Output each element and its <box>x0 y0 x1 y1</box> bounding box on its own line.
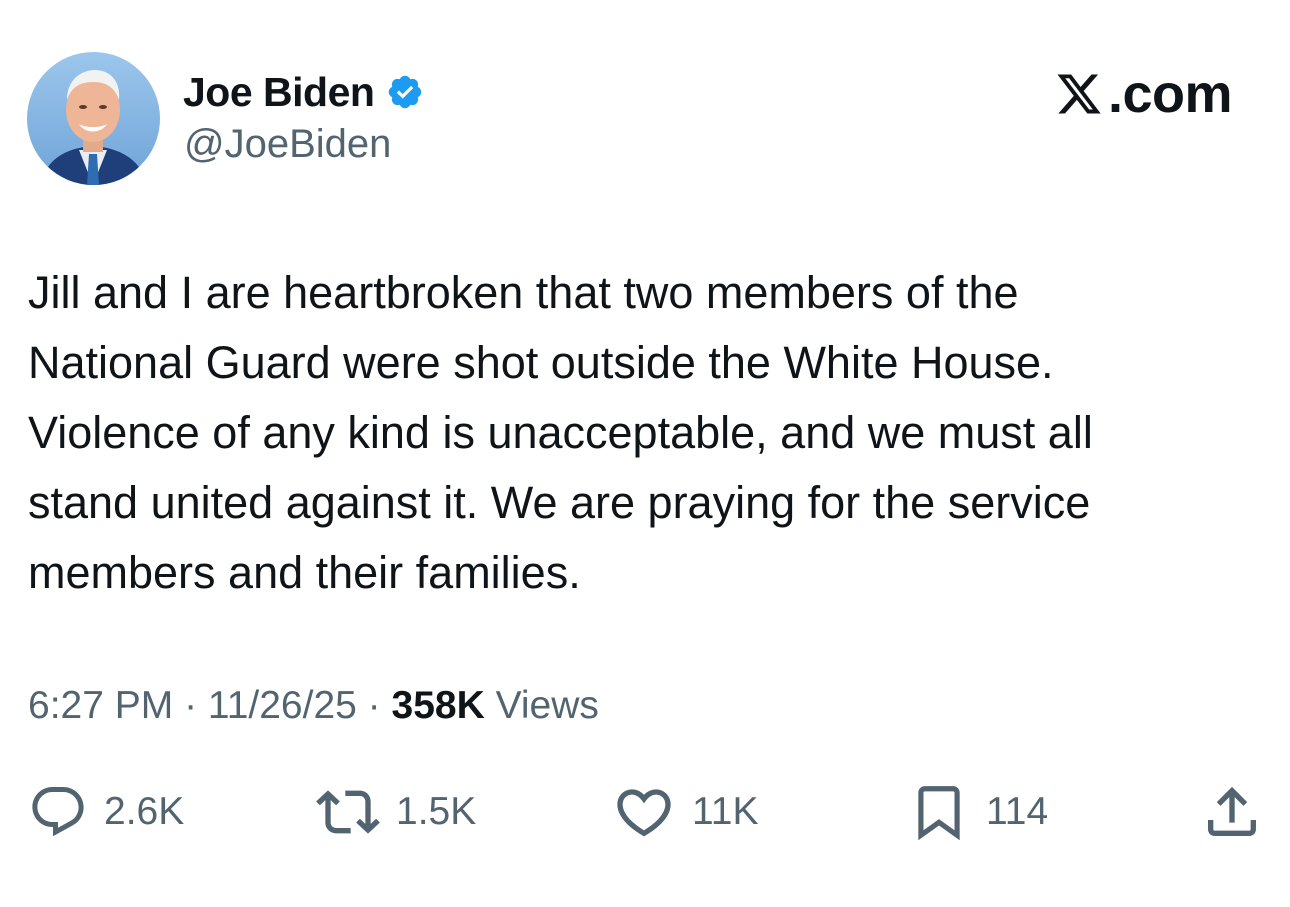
tweet-text-line: Violence of any kind is unacceptable, an… <box>28 407 1093 458</box>
repost-count: 1.5K <box>396 790 477 833</box>
tweet-text-line: stand united against it. We are praying … <box>28 477 1091 528</box>
tweet-meta: 6:27 PM · 11/26/25 · 358K Views <box>28 684 599 728</box>
avatar[interactable] <box>27 52 160 185</box>
repost-icon <box>316 790 380 834</box>
share-button[interactable] <box>1200 776 1264 848</box>
meta-separator: · <box>356 684 392 727</box>
tweet-text: Jill and I are heartbroken that two memb… <box>28 258 1268 608</box>
author-handle[interactable]: @JoeBiden <box>184 122 391 167</box>
tweet-time[interactable]: 6:27 PM <box>28 684 173 727</box>
like-count: 11K <box>692 790 759 833</box>
reply-icon <box>32 787 84 837</box>
author-name-row[interactable]: Joe Biden <box>183 66 424 118</box>
bookmark-count: 114 <box>986 790 1049 833</box>
reply-count: 2.6K <box>104 790 185 833</box>
brand-watermark: .com <box>1054 62 1233 126</box>
bookmark-button[interactable]: 114 <box>908 776 1048 848</box>
tweet-date[interactable]: 11/26/25 <box>208 684 357 727</box>
user-avatar-photo <box>27 52 160 185</box>
verified-badge-icon[interactable] <box>386 73 424 111</box>
x-logo-icon <box>1057 74 1101 114</box>
bookmark-icon <box>918 786 960 841</box>
action-bar: 2.6K 1.5K 11K 114 <box>0 776 1290 848</box>
like-button[interactable]: 11K <box>612 776 759 848</box>
brand-text: .com <box>1107 64 1233 124</box>
repost-button[interactable]: 1.5K <box>316 776 476 848</box>
meta-separator: · <box>173 684 208 727</box>
tweet-text-line: members and their families. <box>28 547 581 598</box>
share-icon <box>1208 786 1256 836</box>
reply-button[interactable]: 2.6K <box>28 776 184 848</box>
tweet-text-line: Jill and I are heartbroken that two memb… <box>28 267 1019 318</box>
tweet-text-line: National Guard were shot outside the Whi… <box>28 337 1054 388</box>
views-label: Views <box>484 684 599 727</box>
views-count[interactable]: 358K <box>392 684 485 727</box>
author-display-name[interactable]: Joe Biden <box>183 69 375 116</box>
heart-icon <box>617 789 671 837</box>
